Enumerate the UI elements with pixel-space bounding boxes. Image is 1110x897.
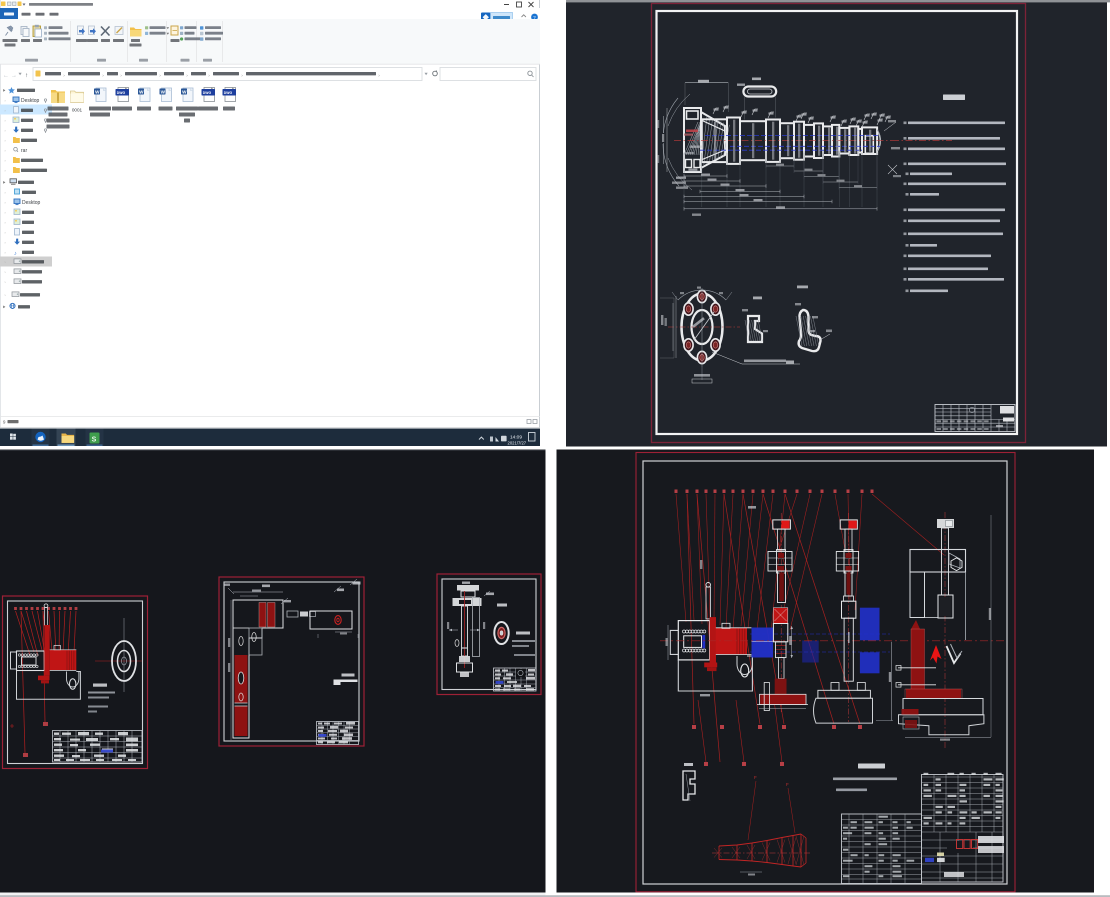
svg-text:DWG: DWG [117,91,126,95]
svg-text:›: › [5,231,6,235]
svg-text:›: › [5,221,6,225]
svg-text:W: W [95,89,100,94]
svg-text:›: › [5,99,6,103]
svg-text:0001: 0001 [72,108,83,113]
svg-text:›: › [5,241,6,245]
svg-text:›: › [5,169,6,173]
svg-text:›: › [5,261,6,265]
svg-text:DWG: DWG [224,91,233,95]
svg-text:W: W [182,89,187,94]
svg-text:›: › [5,281,6,285]
svg-text:›: › [5,211,6,215]
svg-text:→: → [11,73,17,79]
svg-text:›: › [5,251,6,255]
svg-text:F: F [786,782,789,787]
svg-text:›: › [5,109,6,113]
svg-text:›: › [5,201,6,205]
svg-text:S: S [92,436,97,443]
svg-text:›: › [5,191,6,195]
svg-text:›: › [5,294,6,298]
svg-text:rar: rar [21,148,27,154]
svg-text:›: › [5,129,6,133]
svg-text:←: ← [3,73,9,79]
svg-text:2021/7/27: 2021/7/27 [508,441,527,446]
svg-text:♪: ♪ [14,251,17,257]
svg-text:›: › [5,159,6,163]
svg-text:›: › [5,139,6,143]
svg-text:›: › [5,119,6,123]
svg-text:F: F [754,775,757,780]
svg-text:›: › [5,271,6,275]
svg-text:↑: ↑ [25,73,28,79]
svg-text:›: › [5,149,6,153]
svg-text:DWG: DWG [203,91,212,95]
svg-text:Desktop: Desktop [21,98,40,104]
svg-text:W: W [139,89,144,94]
svg-text:W: W [161,89,166,94]
svg-text:Desktop: Desktop [22,200,41,206]
